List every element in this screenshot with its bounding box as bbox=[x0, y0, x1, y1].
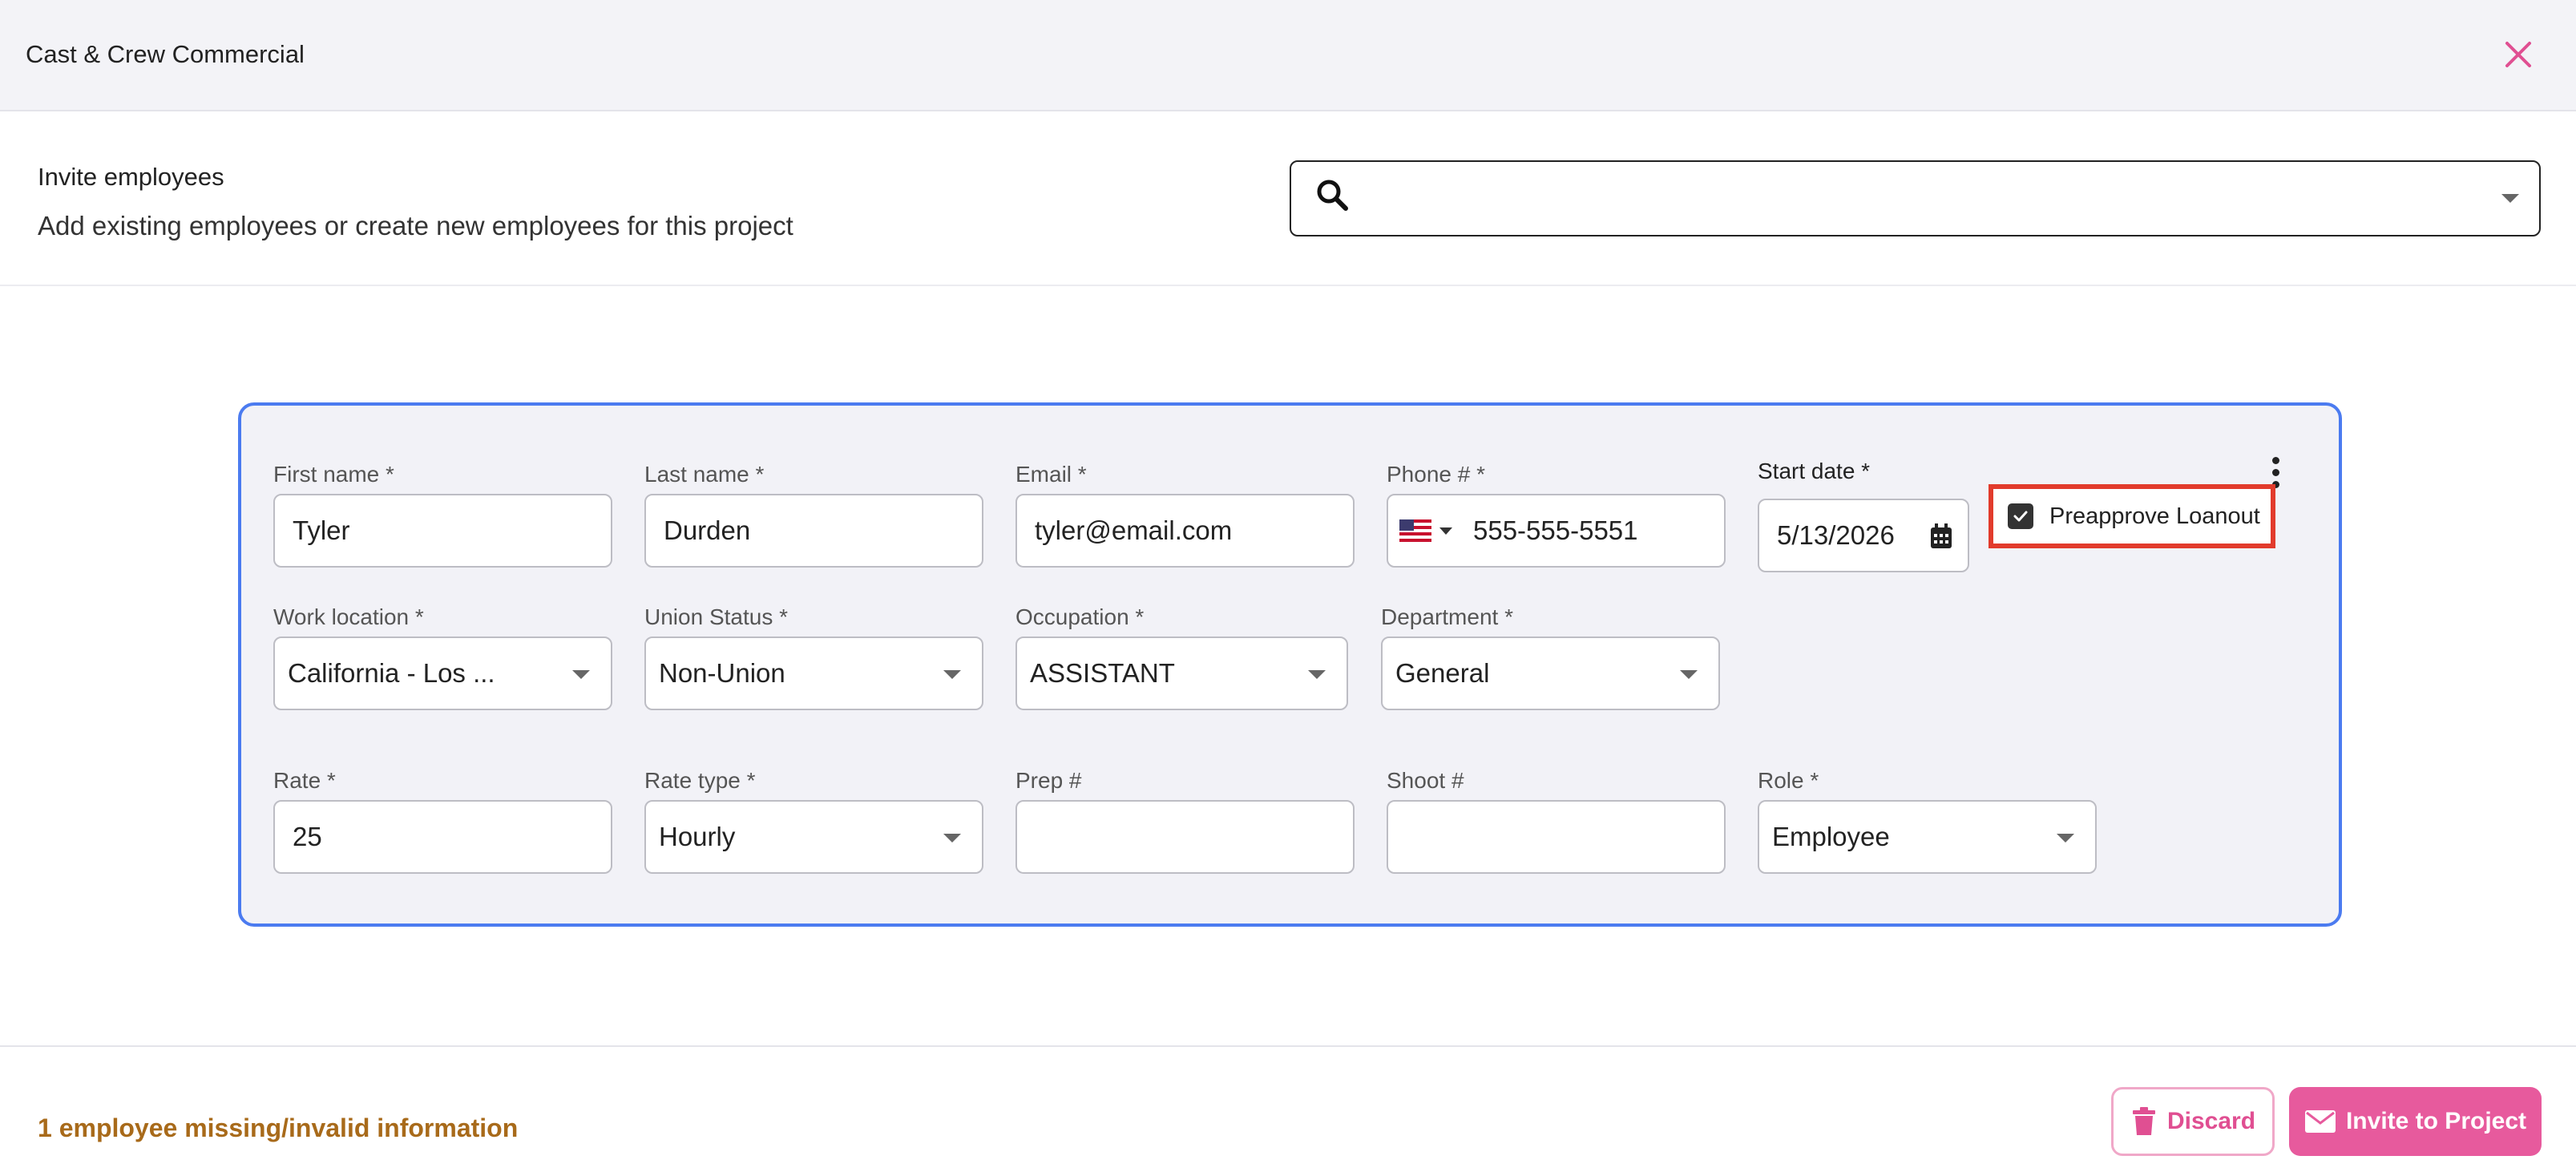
union-status-select[interactable]: Non-Union bbox=[644, 637, 983, 710]
union-status-value[interactable]: Non-Union bbox=[659, 658, 785, 689]
role-select[interactable]: Employee bbox=[1758, 800, 2097, 874]
shoot-field[interactable] bbox=[1387, 800, 1726, 874]
chevron-down-icon[interactable] bbox=[2057, 834, 2074, 843]
email-field[interactable]: tyler@email.com bbox=[1015, 494, 1355, 568]
phone-field[interactable]: 555-555-5551 bbox=[1387, 494, 1726, 568]
discard-button[interactable]: Discard bbox=[2111, 1087, 2275, 1156]
chevron-down-icon[interactable] bbox=[943, 670, 961, 679]
chevron-down-icon[interactable] bbox=[1680, 670, 1698, 679]
occupation-label: Occupation * bbox=[1015, 604, 1145, 629]
department-label: Department * bbox=[1381, 604, 1513, 629]
phone-value[interactable]: 555-555-5551 bbox=[1473, 515, 1638, 546]
start-date-label: Start date * bbox=[1758, 459, 1871, 483]
search-icon bbox=[1314, 176, 1352, 215]
start-date-field[interactable]: 5/13/2026 bbox=[1758, 499, 1969, 572]
department-select[interactable]: General bbox=[1381, 637, 1720, 710]
preapprove-loanout-label[interactable]: Preapprove Loanout bbox=[2049, 503, 2260, 530]
first-name-label: First name * bbox=[273, 462, 394, 487]
invite-title: Invite employees bbox=[38, 163, 224, 191]
invite-subtitle: Add existing employees or create new emp… bbox=[38, 211, 793, 240]
chevron-down-icon[interactable] bbox=[1308, 670, 1326, 679]
work-location-label: Work location * bbox=[273, 604, 424, 629]
top-bar: Cast & Crew Commercial bbox=[0, 0, 2576, 111]
chevron-down-icon[interactable] bbox=[2501, 194, 2519, 203]
rate-type-label: Rate type * bbox=[644, 768, 756, 793]
occupation-select[interactable]: ASSISTANT bbox=[1015, 637, 1348, 710]
footer-bar: 1 employee missing/invalid information D… bbox=[0, 1045, 2576, 1172]
close-icon[interactable] bbox=[2499, 35, 2538, 74]
prep-label: Prep # bbox=[1015, 768, 1082, 793]
rate-type-value[interactable]: Hourly bbox=[659, 822, 735, 852]
first-name-field[interactable]: Tyler bbox=[273, 494, 612, 568]
employee-search-input[interactable] bbox=[1363, 173, 2469, 224]
work-location-select[interactable]: California - Los ... bbox=[273, 637, 612, 710]
preapprove-loanout-checkbox[interactable]: Preapprove Loanout bbox=[1989, 484, 2275, 548]
last-name-field[interactable]: Durden bbox=[644, 494, 983, 568]
phone-label: Phone # * bbox=[1387, 462, 1485, 487]
occupation-value[interactable]: ASSISTANT bbox=[1030, 658, 1175, 689]
invite-label[interactable]: Invite to Project bbox=[2346, 1108, 2526, 1135]
chevron-down-icon[interactable] bbox=[1439, 527, 1452, 535]
last-name-label: Last name * bbox=[644, 462, 765, 487]
employee-search-box[interactable] bbox=[1290, 160, 2541, 236]
start-date-value[interactable]: 5/13/2026 bbox=[1777, 520, 1895, 551]
discard-label[interactable]: Discard bbox=[2167, 1108, 2255, 1135]
role-value[interactable]: Employee bbox=[1772, 822, 1890, 852]
chevron-down-icon[interactable] bbox=[943, 834, 961, 843]
checkbox-checked-icon[interactable] bbox=[2008, 503, 2033, 529]
trash-icon bbox=[2132, 1107, 2155, 1135]
prep-field[interactable] bbox=[1015, 800, 1355, 874]
chevron-down-icon[interactable] bbox=[572, 670, 590, 679]
department-value[interactable]: General bbox=[1395, 658, 1489, 689]
us-flag-icon[interactable] bbox=[1399, 519, 1452, 542]
validation-warning: 1 employee missing/invalid information bbox=[38, 1113, 519, 1142]
email-label: Email * bbox=[1015, 462, 1087, 487]
invite-section: Invite employees Add existing employees … bbox=[0, 111, 2576, 286]
union-status-label: Union Status * bbox=[644, 604, 788, 629]
app-title: Cast & Crew Commercial bbox=[26, 40, 305, 68]
rate-field[interactable]: 25 bbox=[273, 800, 612, 874]
role-label: Role * bbox=[1758, 768, 1819, 793]
shoot-label: Shoot # bbox=[1387, 768, 1464, 793]
employee-form-card: First name * Last name * Email * Phone #… bbox=[238, 402, 2342, 927]
invite-to-project-button[interactable]: Invite to Project bbox=[2289, 1087, 2542, 1156]
envelope-icon bbox=[2304, 1110, 2336, 1133]
rate-type-select[interactable]: Hourly bbox=[644, 800, 983, 874]
rate-label: Rate * bbox=[273, 768, 336, 793]
work-location-value[interactable]: California - Los ... bbox=[288, 658, 495, 689]
calendar-icon[interactable] bbox=[1929, 523, 1953, 556]
